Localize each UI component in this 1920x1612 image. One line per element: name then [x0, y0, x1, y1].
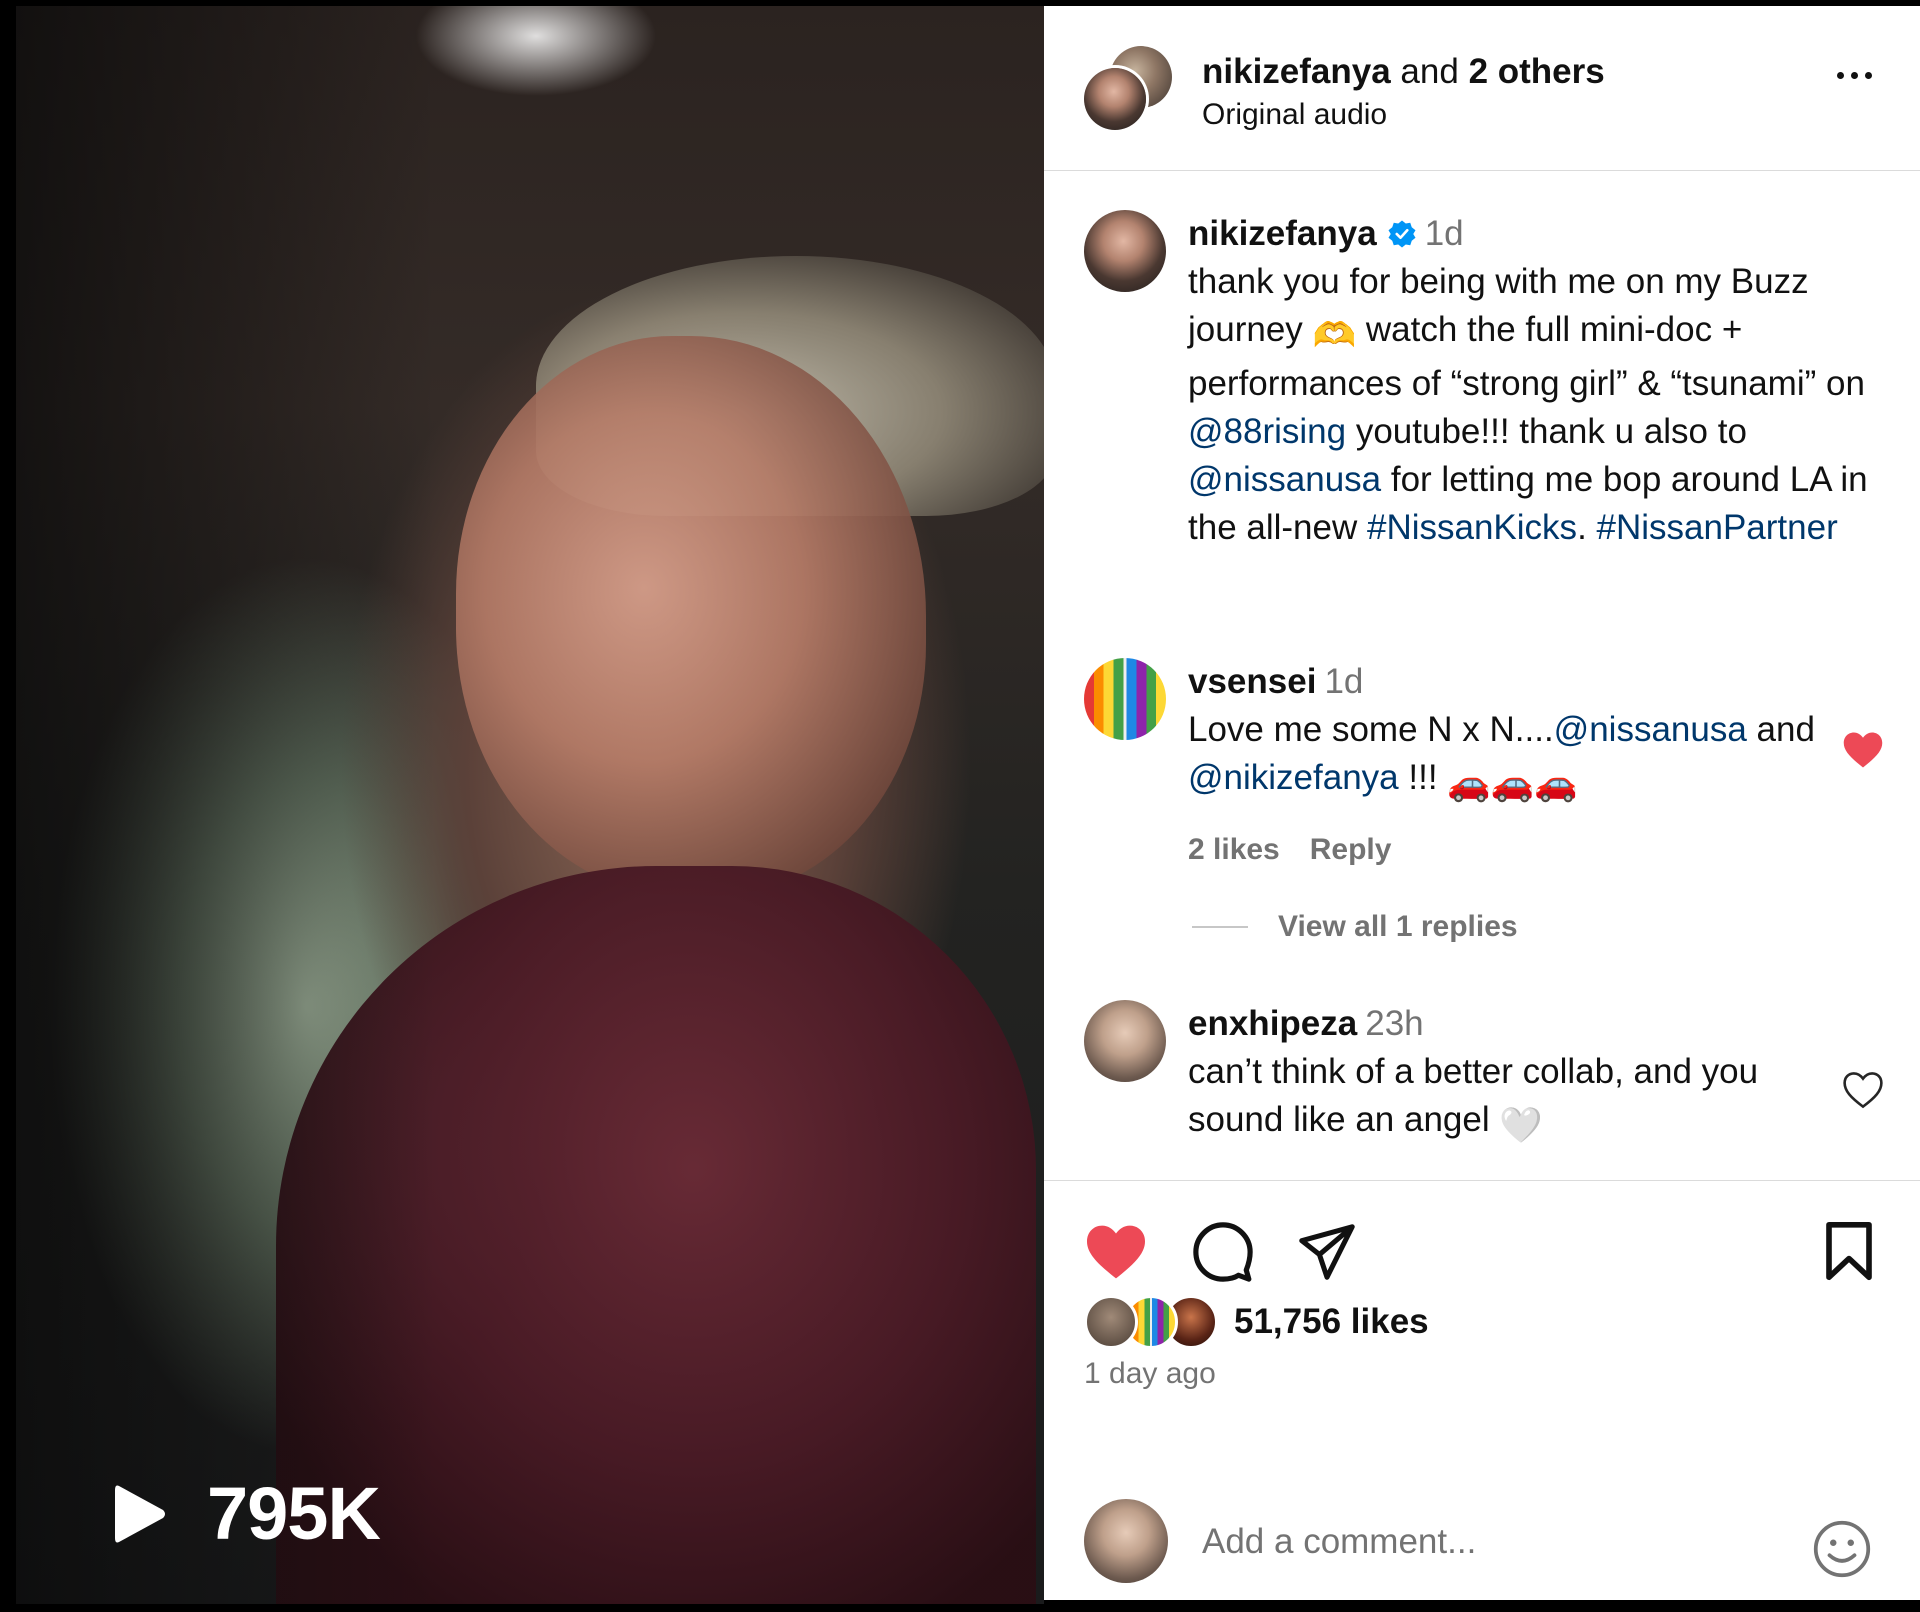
play-icon[interactable] [111, 1482, 167, 1546]
verified-badge-icon [1388, 220, 1416, 248]
others-link[interactable]: 2 others [1469, 52, 1605, 91]
mention-88rising[interactable]: @88rising [1188, 412, 1346, 451]
caption-username[interactable]: nikizefanya [1188, 214, 1377, 253]
replies-line [1192, 926, 1248, 928]
author-avatar[interactable] [1084, 68, 1146, 130]
post-header: nikizefanya and 2 others Original audio [1044, 6, 1920, 171]
heart-hands-emoji: 🫶 [1312, 316, 1357, 355]
more-dot [1837, 72, 1844, 79]
share-icon[interactable] [1296, 1223, 1358, 1281]
video-shade [16, 6, 436, 1604]
more-dot [1851, 72, 1858, 79]
post-authors[interactable]: nikizefanya and 2 others [1202, 52, 1605, 92]
current-user-avatar [1084, 1499, 1168, 1583]
mention-nissanusa[interactable]: @nissanusa [1188, 460, 1381, 499]
comment-body: enxhipeza 23h can’t think of a better col… [1188, 1000, 1808, 1150]
comment-time: 23h [1365, 1004, 1424, 1043]
comment-meta: 2 likes Reply [1188, 826, 1868, 874]
hashtag-nissankicks[interactable]: #NissanKicks [1367, 508, 1577, 547]
comment-text: can’t think of a better collab, and you … [1188, 1052, 1759, 1139]
post-actions: 51,756 likes 1 day ago [1044, 1180, 1920, 1601]
add-comment-bar [1044, 1481, 1920, 1601]
comment-icon[interactable] [1192, 1221, 1254, 1283]
likes-row[interactable]: 51,756 likes [1084, 1295, 1429, 1349]
comment-like-heart-icon[interactable] [1842, 1070, 1884, 1110]
audio-label[interactable]: Original audio [1202, 98, 1387, 132]
comment-time: 1d [1324, 662, 1364, 701]
video-face-shape [456, 336, 926, 896]
caption-time: 1d [1424, 214, 1464, 253]
view-replies-label[interactable]: View all 1 replies [1278, 910, 1518, 944]
comment-username[interactable]: vsensei [1188, 662, 1316, 701]
reel-video[interactable]: 795K [16, 6, 1044, 1604]
caption-body: nikizefanya 1d thank you for being with m… [1188, 210, 1868, 552]
comment-body: vsensei 1d Love me some N x N....@nissanu… [1188, 658, 1868, 874]
likes-count[interactable]: 51,756 likes [1234, 1302, 1429, 1342]
heart-filled-icon[interactable] [1084, 1223, 1148, 1281]
comment-username[interactable]: enxhipeza [1188, 1004, 1357, 1043]
white-heart-emoji: 🤍 [1499, 1106, 1543, 1145]
play-count-value: 795K [207, 1472, 381, 1555]
post-timestamp: 1 day ago [1084, 1357, 1216, 1390]
car-emoji: 🚗🚗🚗 [1447, 764, 1579, 803]
more-dot [1865, 72, 1872, 79]
comment-text: and [1746, 710, 1815, 749]
bookmark-icon[interactable] [1824, 1221, 1874, 1281]
hashtag-nissanpartner[interactable]: #NissanPartner [1597, 508, 1838, 547]
authors-conjunction: and [1390, 52, 1469, 91]
view-replies-button[interactable]: View all 1 replies [1192, 910, 1518, 944]
mention-nikizefanya[interactable]: @nikizefanya [1188, 758, 1399, 797]
comment-text: !!! [1398, 758, 1448, 797]
liker-avatar [1084, 1295, 1138, 1349]
play-count: 795K [111, 1471, 381, 1556]
add-comment-input[interactable] [1200, 1515, 1764, 1569]
reply-button[interactable]: Reply [1310, 833, 1392, 866]
caption-avatar[interactable] [1084, 210, 1166, 292]
caption-text: youtube!!! thank u also to [1346, 412, 1747, 451]
post-panel: nikizefanya and 2 others Original audio … [1044, 6, 1920, 1600]
comments-list[interactable]: nikizefanya 1d thank you for being with m… [1044, 170, 1920, 1180]
post-modal: 795K nikizefanya and 2 others Original a… [0, 0, 1920, 1612]
mention-nissanusa[interactable]: @nissanusa [1554, 710, 1747, 749]
comment-like-heart-icon[interactable] [1842, 730, 1884, 770]
author-username[interactable]: nikizefanya [1202, 52, 1391, 91]
commenter-avatar[interactable] [1084, 658, 1166, 740]
comment-text: Love me some N x N.... [1188, 710, 1554, 749]
caption-text: . [1577, 508, 1597, 547]
more-options-icon[interactable] [1837, 72, 1872, 79]
commenter-avatar[interactable] [1084, 1000, 1166, 1082]
comment-likes[interactable]: 2 likes [1188, 833, 1280, 866]
emoji-icon[interactable] [1812, 1519, 1872, 1579]
